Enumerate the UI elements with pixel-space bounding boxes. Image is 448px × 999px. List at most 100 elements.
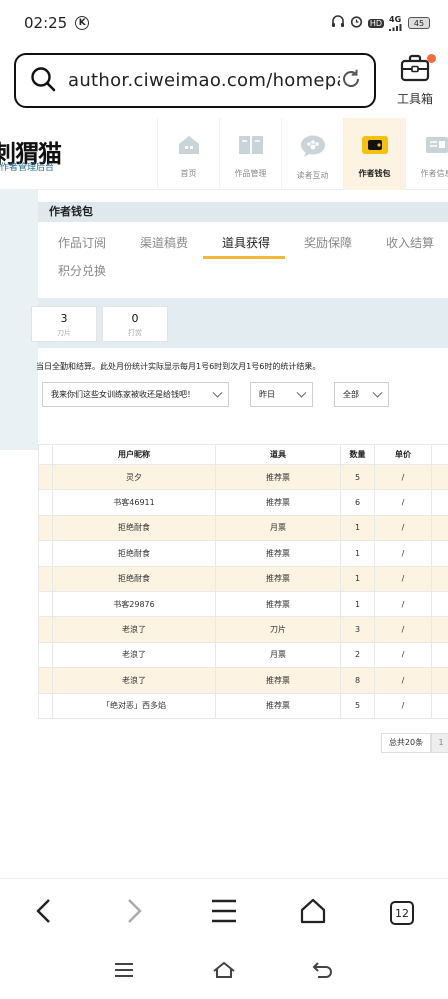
table-header-spacer bbox=[431, 444, 448, 465]
table-cell-spacer bbox=[431, 692, 448, 719]
back-arrow-icon bbox=[312, 961, 334, 983]
back-button[interactable] bbox=[24, 893, 64, 933]
cell-user-nickname: 拒绝耐食 bbox=[52, 540, 216, 567]
address-bar[interactable]: author.ciweimao.com/homepa••• bbox=[14, 53, 376, 108]
reload-icon[interactable] bbox=[340, 68, 362, 94]
item-table-wrap: 用户昵称 道具 数量 单价 灵夕 推荐票 5/书客46911 推荐票 6/拒绝耐食 月票 1… bbox=[38, 444, 448, 719]
toolbox-button[interactable]: 工具箱 bbox=[388, 54, 442, 110]
chevron-right-icon bbox=[124, 897, 144, 929]
stat-value: 0 bbox=[131, 312, 139, 325]
menu-icon bbox=[211, 898, 237, 928]
search-icon bbox=[30, 66, 56, 96]
table-row: 灵夕 推荐票 5/ bbox=[38, 463, 448, 491]
home-button[interactable] bbox=[293, 893, 333, 933]
nav-wallet[interactable]: 作者钱包 bbox=[343, 118, 405, 190]
tabs-button[interactable]: 12 bbox=[382, 893, 422, 933]
table-row: 老浪了 刀片 3/ bbox=[38, 616, 448, 643]
table-header-spacer bbox=[38, 444, 53, 465]
chevron-left-icon bbox=[34, 897, 54, 929]
status-time: 02:25 bbox=[24, 14, 68, 32]
book-select[interactable]: 我来你们这些女训练家被收还是给钱吧！ bbox=[42, 382, 229, 407]
cell-unit-price: / bbox=[374, 590, 432, 618]
forward-button[interactable] bbox=[114, 893, 154, 933]
nav-label: 作者钱包 bbox=[358, 169, 391, 178]
table-row: 「绝对恶」西多焰 推荐票 5/ bbox=[38, 692, 448, 719]
nav-reader-interaction[interactable]: 读者互动 bbox=[281, 118, 343, 190]
stat-label: 打赏 bbox=[128, 329, 142, 337]
cell-unit-price: / bbox=[374, 641, 432, 669]
home-outline-icon bbox=[212, 961, 236, 983]
headphones-icon bbox=[331, 15, 345, 31]
signal-icon: 4G bbox=[389, 15, 403, 31]
type-select[interactable]: 全部 bbox=[334, 382, 389, 407]
browser-toolbar: 12 bbox=[0, 878, 448, 946]
nav-works[interactable]: 作品管理 bbox=[219, 118, 281, 190]
tab-income-settlement[interactable]: 收入结算 bbox=[386, 234, 434, 251]
battery-icon: 45 bbox=[408, 17, 430, 29]
date-select[interactable]: 昨日 bbox=[250, 382, 313, 407]
cell-user-nickname: 老浪了 bbox=[52, 616, 216, 643]
cell-quantity: 6 bbox=[340, 489, 375, 516]
table-header-row: 用户昵称 道具 数量 单价 bbox=[38, 444, 448, 465]
site-header: 刺猬猫 作者管理后台 首页 作品管理 读者互动 作者钱包 作者信 bbox=[0, 118, 448, 190]
site-nav: 首页 作品管理 读者互动 作者钱包 作者信息 bbox=[157, 118, 448, 190]
cell-user-nickname: 老浪了 bbox=[52, 641, 216, 669]
tab-reward-guarantee[interactable]: 奖励保障 bbox=[304, 234, 352, 251]
cell-item: 推荐票 bbox=[215, 590, 341, 618]
cell-quantity: 1 bbox=[340, 565, 375, 592]
pagination-page[interactable]: 1 bbox=[431, 733, 448, 753]
tab-points-exchange[interactable]: 积分兑换 bbox=[58, 262, 106, 279]
table-cell-spacer bbox=[431, 616, 448, 643]
table-row: 老浪了 月票 2/ bbox=[38, 641, 448, 669]
table-cell-spacer bbox=[38, 565, 53, 592]
cell-user-nickname: 灵夕 bbox=[52, 463, 216, 491]
wallet-icon bbox=[361, 134, 389, 160]
cell-user-nickname: 书客46911 bbox=[52, 489, 216, 516]
notice-text: 当日全勤和结算。此处月份统计实际显示每月1号6时到次月1号6时的统计结果。 bbox=[36, 362, 321, 371]
chevron-down-icon bbox=[212, 387, 223, 398]
cell-item: 推荐票 bbox=[215, 540, 341, 567]
date-select-value: 昨日 bbox=[259, 390, 275, 399]
menu-button[interactable] bbox=[204, 893, 244, 933]
nav-author-info[interactable]: 作者信息 bbox=[405, 118, 448, 190]
tab-work-subscription[interactable]: 作品订阅 bbox=[58, 234, 106, 251]
tab-count-icon: 12 bbox=[390, 901, 414, 925]
nav-label: 首页 bbox=[180, 169, 197, 178]
cell-unit-price: / bbox=[374, 540, 432, 567]
cell-user-nickname: 拒绝耐食 bbox=[52, 514, 216, 542]
table-row: 书客46911 推荐票 6/ bbox=[38, 489, 448, 516]
cell-quantity: 3 bbox=[340, 616, 375, 643]
cell-item: 推荐票 bbox=[215, 667, 341, 694]
table-cell-spacer bbox=[38, 489, 53, 516]
cell-item: 月票 bbox=[215, 641, 341, 669]
cell-quantity: 5 bbox=[340, 692, 375, 719]
tab-channel-royalty[interactable]: 渠道稿费 bbox=[140, 234, 188, 251]
table-header: 道具 bbox=[215, 444, 341, 465]
url-text[interactable]: author.ciweimao.com/homepa••• bbox=[68, 70, 340, 91]
hd-icon: HD bbox=[367, 18, 384, 28]
cell-unit-price: / bbox=[374, 565, 432, 592]
cell-item: 推荐票 bbox=[215, 463, 341, 491]
toolbox-icon bbox=[400, 54, 430, 86]
menu-lines-icon bbox=[114, 962, 134, 982]
system-back-button[interactable] bbox=[308, 958, 338, 986]
cell-quantity: 2 bbox=[340, 641, 375, 669]
cell-quantity: 1 bbox=[340, 540, 375, 567]
panel-title: 作者钱包 bbox=[38, 202, 448, 222]
stat-label: 刀片 bbox=[57, 329, 71, 337]
table-cell-spacer bbox=[38, 667, 53, 694]
active-tab-indicator bbox=[203, 256, 285, 259]
info-icon bbox=[424, 134, 448, 160]
table-cell-spacer bbox=[38, 641, 53, 669]
table-cell-spacer bbox=[431, 667, 448, 694]
nav-label: 作者信息 bbox=[420, 169, 448, 178]
tab-item-gains[interactable]: 道具获得 bbox=[222, 234, 270, 251]
cell-quantity: 1 bbox=[340, 590, 375, 618]
system-home-button[interactable] bbox=[209, 958, 239, 986]
recent-apps-button[interactable] bbox=[109, 958, 139, 986]
table-cell-spacer bbox=[431, 590, 448, 618]
cell-quantity: 5 bbox=[340, 463, 375, 491]
nav-home[interactable]: 首页 bbox=[157, 118, 219, 190]
cell-user-nickname: 书客29876 bbox=[52, 590, 216, 618]
chat-icon bbox=[299, 134, 327, 162]
